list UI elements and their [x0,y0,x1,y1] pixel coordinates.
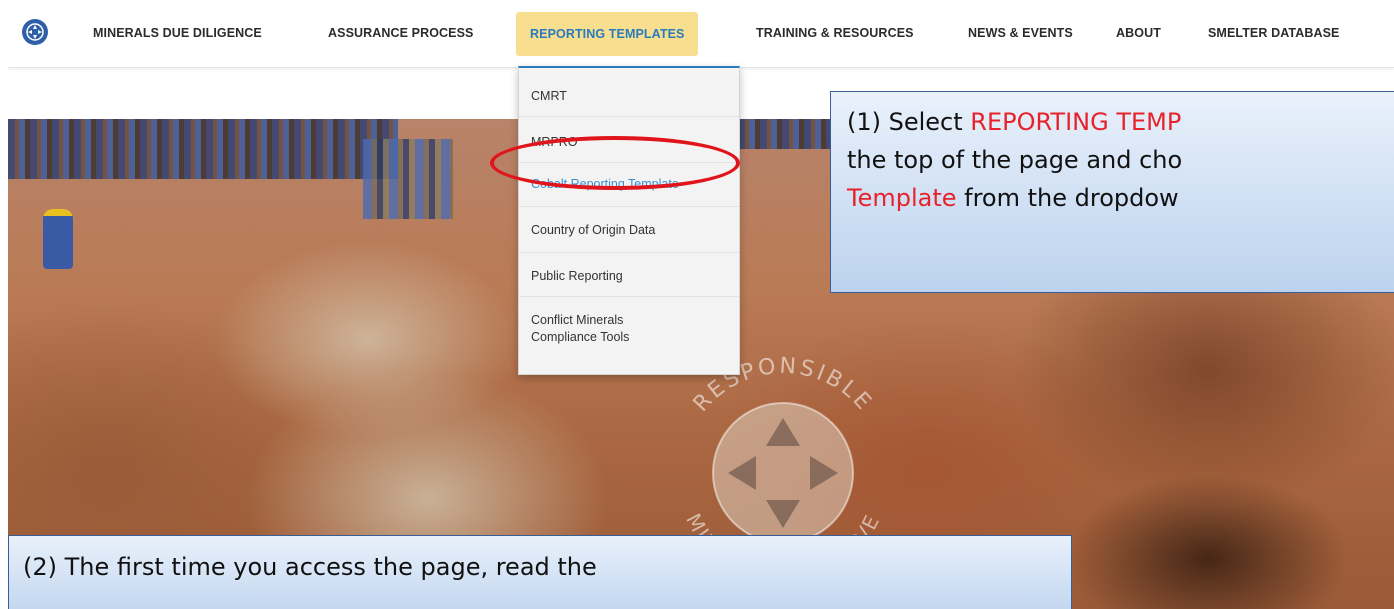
reporting-templates-dropdown: CMRT MRPRO Cobalt Reporting Template Cou… [518,66,740,375]
dropdown-divider [519,296,739,297]
dropdown-divider [519,116,739,117]
callout-1-text: (1) Select [847,108,971,136]
dropdown-item-label-line2: Compliance Tools [531,330,630,344]
callout-1-line-2: the top of the page and cho [847,146,1183,174]
screenshot-frame: RESPONSIBLE MINERALS INITIATIVE MINERALS… [8,8,1394,609]
crowd-left [8,119,398,179]
nav-about[interactable]: ABOUT [1116,8,1161,67]
callout-1-highlight-template: Template [847,184,957,212]
nav-training-resources[interactable]: TRAINING & RESOURCES [756,8,914,67]
callout-1-line-1: (1) Select REPORTING TEMP [847,103,1394,141]
callout-step-2: (2) The first time you access the page, … [8,535,1072,609]
nav-reporting-templates[interactable]: REPORTING TEMPLATES [516,12,699,56]
crowd-right [738,119,838,149]
nav-news-events[interactable]: NEWS & EVENTS [968,8,1073,67]
nav-minerals-due-diligence[interactable]: MINERALS DUE DILIGENCE [93,8,262,67]
dropdown-item-cmrt[interactable]: CMRT [531,88,567,105]
dropdown-item-label-line1: Conflict Minerals [531,313,624,327]
callout-1-line-3: Template from the dropdow [847,179,1394,217]
callout-step-1: (1) Select REPORTING TEMP the top of the… [830,91,1394,293]
crowd-middle [363,139,453,219]
nav-assurance-process[interactable]: ASSURANCE PROCESS [328,8,473,67]
callout-1-highlight: REPORTING TEMP [970,108,1182,136]
rmi-logo-icon[interactable] [22,19,48,45]
nav-smelter-database[interactable]: SMELTER DATABASE [1208,8,1339,67]
dropdown-divider [519,206,739,207]
worker-figure [43,209,73,269]
dropdown-item-conflict-minerals-compliance-tools[interactable]: Conflict Minerals Compliance Tools [531,312,629,346]
highlight-ellipse-annotation [490,136,740,190]
dropdown-item-country-of-origin[interactable]: Country of Origin Data [531,222,655,239]
top-nav: MINERALS DUE DILIGENCE ASSURANCE PROCESS… [8,8,1394,68]
dropdown-item-public-reporting[interactable]: Public Reporting [531,268,623,285]
callout-2-line-1: (2) The first time you access the page, … [23,553,597,581]
dropdown-divider [519,252,739,253]
callout-1-suffix: from the dropdow [956,184,1179,212]
